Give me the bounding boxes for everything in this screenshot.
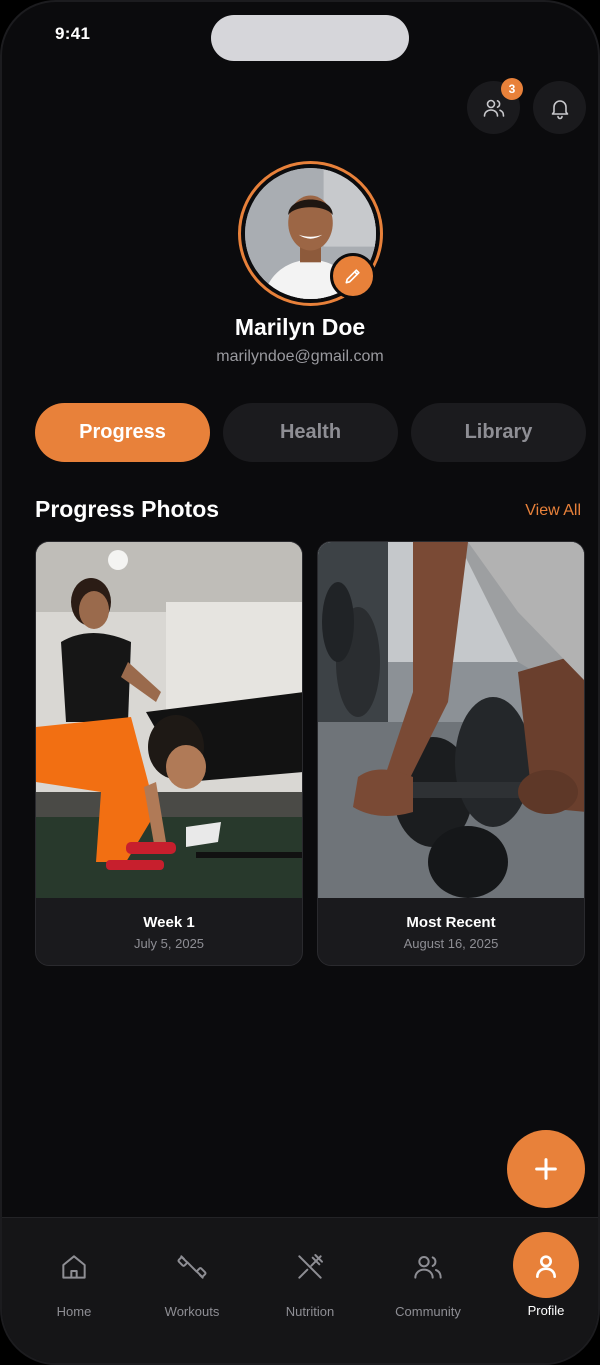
phone-screen: 9:41 3 Marilyn Doe marilyndoe@gmail.com … (0, 0, 600, 1365)
photo-title: Most Recent (406, 914, 496, 931)
progress-photo (318, 542, 584, 898)
tab-library[interactable]: Library (411, 403, 586, 462)
photo-title: Week 1 (143, 914, 195, 931)
user-icon (536, 1255, 556, 1278)
nav-label: Workouts (164, 1304, 220, 1319)
utensils-icon (298, 1254, 323, 1279)
nav-workouts[interactable]: Workouts (137, 1218, 247, 1328)
nav-community[interactable]: Community (373, 1218, 483, 1328)
progress-photo-card[interactable]: Most Recent August 16, 2025 (317, 541, 585, 966)
photo-date: July 5, 2025 (133, 936, 205, 951)
notifications-button[interactable] (533, 81, 586, 134)
add-photo-button[interactable] (507, 1130, 585, 1208)
nav-profile[interactable]: Profile (491, 1217, 598, 1327)
edit-avatar-button[interactable] (330, 253, 376, 299)
dumbbell-icon (177, 1255, 207, 1279)
pencil-icon (345, 269, 360, 284)
nav-nutrition[interactable]: Nutrition (255, 1218, 365, 1328)
progress-photo-card[interactable]: Week 1 July 5, 2025 (35, 541, 303, 966)
nav-label: Home (56, 1304, 92, 1319)
view-all-link[interactable]: View All (525, 502, 581, 520)
profile-name: Marilyn Doe (234, 314, 366, 340)
home-icon (62, 1255, 86, 1279)
nav-label: Nutrition (285, 1304, 335, 1319)
tab-progress[interactable]: Progress (35, 403, 210, 462)
profile-email: marilyndoe@gmail.com (216, 348, 384, 365)
plus-icon (535, 1158, 557, 1180)
nav-label: Profile (527, 1303, 565, 1318)
bell-icon (551, 99, 568, 119)
nav-label: Community (395, 1304, 461, 1319)
friends-button[interactable]: 3 (467, 78, 523, 134)
status-time: 9:41 (55, 24, 91, 43)
dynamic-island (211, 15, 409, 61)
friends-badge: 3 (501, 78, 523, 100)
nav-home[interactable]: Home (19, 1218, 129, 1328)
photo-date: August 16, 2025 (403, 936, 499, 951)
section-title: Progress Photos (35, 496, 220, 522)
tab-health[interactable]: Health (223, 403, 398, 462)
users-icon (483, 99, 504, 117)
progress-photo (36, 542, 302, 898)
users-icon (414, 1256, 442, 1279)
